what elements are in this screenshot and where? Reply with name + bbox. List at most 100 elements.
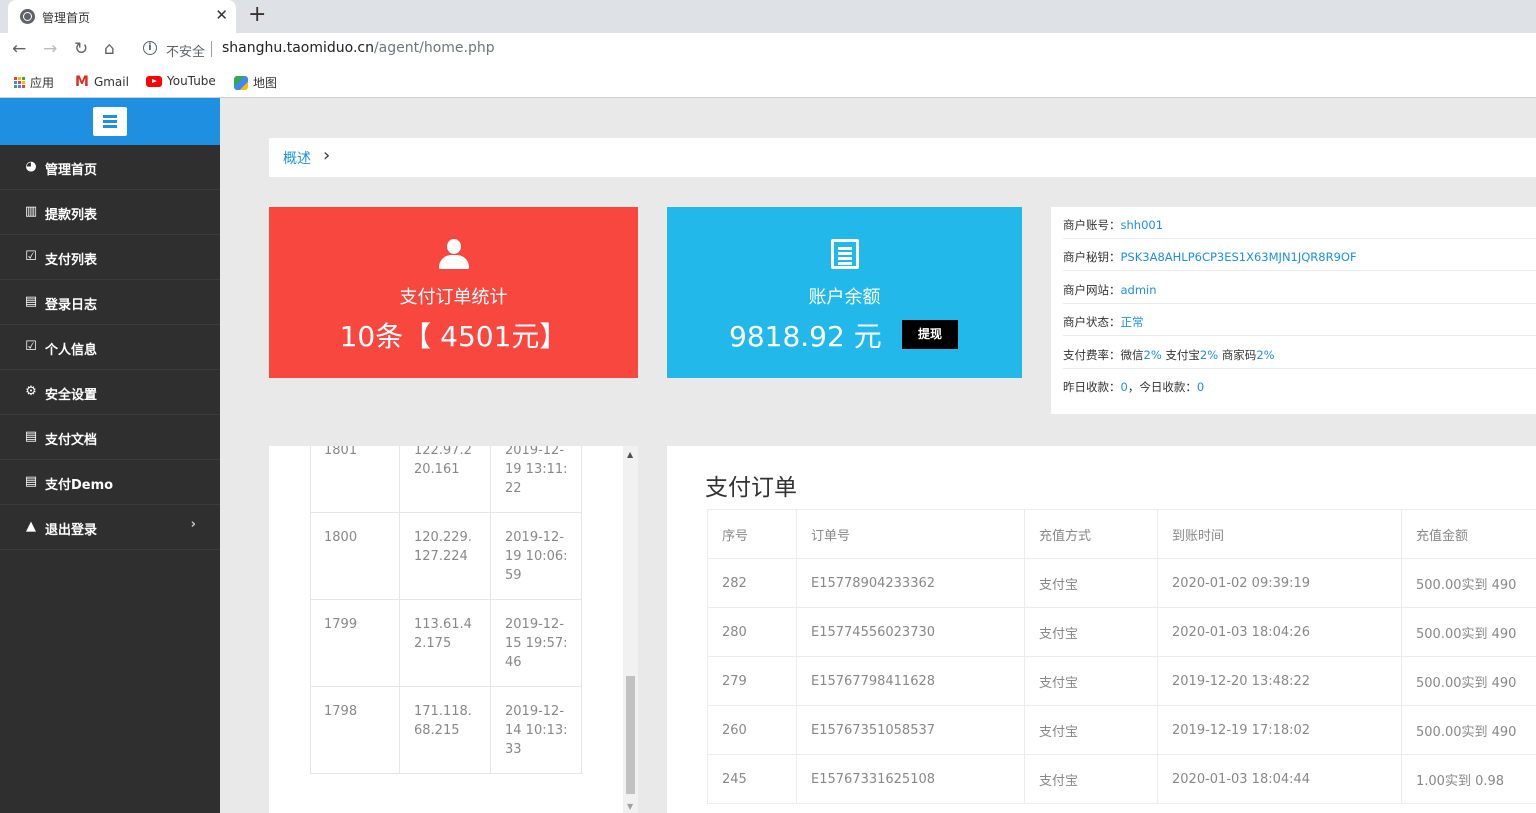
log-time: 2019-12- 15 19:57: 46 (505, 617, 568, 670)
log-id: 1801 (324, 446, 358, 458)
reload-icon[interactable]: ↻ (74, 39, 88, 59)
bookmark-maps[interactable]: 地图 (234, 74, 277, 91)
sidebar-item-login-log[interactable]: ▤ 登录日志 (0, 280, 220, 325)
merchant-code-label: 商家码 (1221, 348, 1257, 362)
bar-chart-icon: ▥ (24, 204, 38, 219)
merchant-account-value: shh001 (1120, 218, 1164, 232)
order-index: 282 (707, 558, 797, 608)
order-amount: 500.00实到 490 (1401, 558, 1536, 608)
home-icon[interactable]: ⌂ (104, 39, 115, 59)
order-number: E15774556023730 (796, 607, 1025, 657)
dashboard-icon: ◕ (25, 159, 37, 174)
sidebar-item-home[interactable]: ◕ 管理首页 (0, 145, 220, 190)
merchant-secret-value: PSK3A8AHLP6CP3ES1X63MJN1JQR8R9OF (1120, 250, 1357, 264)
sidebar-item-profile[interactable]: ☑ 个人信息 (0, 325, 220, 370)
gears-icon: ⚙ (25, 384, 37, 399)
new-tab-button[interactable]: + (248, 3, 266, 27)
order-method: 支付宝 (1024, 705, 1158, 755)
table-row: 260 E15767351058537 支付宝 2019-12-19 17:18… (707, 705, 1536, 755)
table-row: 279 E15767798411628 支付宝 2019-12-20 13:48… (707, 656, 1536, 706)
today-label: ，今日收款： (1127, 380, 1197, 394)
bookmark-label: YouTube (167, 74, 216, 88)
tab-close-button[interactable]: ✕ (215, 6, 228, 24)
sidebar-item-withdrawals[interactable]: ▥ 提款列表 (0, 190, 220, 235)
log-id: 1798 (324, 704, 358, 719)
user-icon (439, 239, 469, 271)
sidebar-item-security[interactable]: ⚙ 安全设置 (0, 370, 220, 415)
table-row: 245 E15767331625108 支付宝 2020-01-03 18:04… (707, 754, 1536, 804)
merchant-secret-label: 商户秘钥： (1063, 250, 1121, 264)
sidebar-item-logout[interactable]: ▲ 退出登录 › (0, 505, 220, 550)
chevron-right-icon: › (190, 517, 196, 532)
yesterday-label: 昨日收款： (1063, 380, 1121, 394)
back-icon[interactable]: ← (12, 39, 26, 59)
order-index: 260 (707, 705, 797, 755)
log-ip: 120.229. 127.224 (414, 530, 472, 564)
scroll-down-icon[interactable]: ▼ (627, 802, 633, 811)
sidebar-item-label: 安全设置 (45, 388, 98, 403)
order-index: 279 (707, 656, 797, 706)
balance-title: 账户余额 (808, 287, 881, 308)
alipay-rate: 2% (1199, 348, 1219, 362)
wechat-label: 微信 (1120, 348, 1144, 362)
globe-icon (20, 9, 35, 24)
sidebar-item-label: 支付列表 (45, 253, 98, 268)
order-number: E15767798411628 (796, 656, 1025, 706)
bookmark-youtube[interactable]: YouTube (146, 74, 216, 88)
tab-title: 管理首页 (42, 11, 91, 25)
document-icon: ▤ (24, 294, 38, 309)
order-number: E15767351058537 (796, 705, 1025, 755)
apps-icon (14, 77, 25, 88)
order-method: 支付宝 (1024, 607, 1158, 657)
insecure-label[interactable]: 不安全 (166, 41, 205, 60)
breadcrumb-overview-link[interactable]: 概述 (283, 148, 311, 168)
merchant-info-panel: 商户账号：shh001 商户秘钥：PSK3A8AHLP6CP3ES1X63MJN… (1051, 207, 1536, 414)
rate-label: 支付费率： (1063, 348, 1121, 362)
orders-stat-value: 10条【 4501元】 (339, 320, 568, 353)
menu-toggle-button[interactable] (93, 107, 127, 136)
bookmark-gmail[interactable]: M Gmail (75, 74, 129, 90)
col-header-time: 到账时间 (1157, 509, 1402, 559)
col-header-order-no: 订单号 (796, 509, 1025, 559)
merchant-status-label: 商户状态： (1063, 315, 1121, 329)
log-time: 2019-12- 19 13:11: 22 (505, 446, 568, 496)
merchant-code-rate: 2% (1256, 348, 1275, 362)
balance-value: 9818.92 元 (729, 320, 882, 353)
wechat-rate: 2% (1143, 348, 1162, 362)
login-log-scrollbar[interactable]: ▲ ▼ (623, 446, 638, 813)
sidebar-item-label: 退出登录 (45, 523, 98, 538)
merchant-site-value: admin (1120, 283, 1157, 297)
order-method: 支付宝 (1024, 754, 1158, 804)
sidebar-header (0, 98, 220, 145)
order-amount: 500.00实到 490 (1401, 607, 1536, 657)
scroll-thumb[interactable] (626, 676, 635, 794)
sidebar-item-label: 个人信息 (45, 343, 98, 358)
sidebar-item-payments[interactable]: ☑ 支付列表 (0, 235, 220, 280)
table-row: 282 E15778904233362 支付宝 2020-01-02 09:39… (707, 558, 1536, 608)
breadcrumb: 概述 › (269, 138, 1536, 177)
login-log-panel: 1801 122.97.2 20.161 2019-12- 19 13:11: … (269, 446, 638, 813)
address-bar[interactable]: shanghu.taomiduo.cn/agent/home.php (222, 40, 495, 56)
merchant-secret-row: 商户秘钥：PSK3A8AHLP6CP3ES1X63MJN1JQR8R9OF (1063, 239, 1536, 271)
sidebar-item-demo[interactable]: ▤ 支付Demo (0, 460, 220, 505)
scroll-up-icon[interactable]: ▲ (627, 450, 633, 459)
bookmark-label: 应用 (30, 76, 55, 90)
orders-stat-card: 支付订单统计 10条【 4501元】 (269, 207, 638, 378)
merchant-account-row: 商户账号：shh001 (1063, 207, 1536, 239)
sidebar-item-docs[interactable]: ▤ 支付文档 (0, 415, 220, 460)
sidebar: ◕ 管理首页 ▥ 提款列表 ☑ 支付列表 ▤ 登录日志 ☑ 个人信息 ⚙ 安全设… (0, 98, 220, 813)
merchant-site-label: 商户网站： (1063, 283, 1121, 297)
browser-tab[interactable]: 管理首页 ✕ (8, 0, 236, 33)
orders-panel: 支付订单 序号 订单号 充值方式 到账时间 充值金额 282 E15778904… (667, 446, 1536, 813)
order-index: 280 (707, 607, 797, 657)
site-info-icon[interactable]: i (143, 41, 157, 55)
browser-tabstrip: 管理首页 ✕ + (0, 0, 1536, 33)
order-time: 2020-01-02 09:39:19 (1157, 558, 1402, 608)
order-time: 2019-12-19 17:18:02 (1157, 705, 1402, 755)
forward-icon[interactable]: → (43, 39, 57, 59)
order-time: 2019-12-20 13:48:22 (1157, 656, 1402, 706)
bookmark-apps[interactable]: 应用 (14, 74, 54, 91)
orders-title: 支付订单 (705, 475, 797, 501)
merchant-income-row: 昨日收款：0，今日收款：0 (1063, 369, 1536, 401)
withdraw-button[interactable]: 提现 (902, 320, 958, 349)
